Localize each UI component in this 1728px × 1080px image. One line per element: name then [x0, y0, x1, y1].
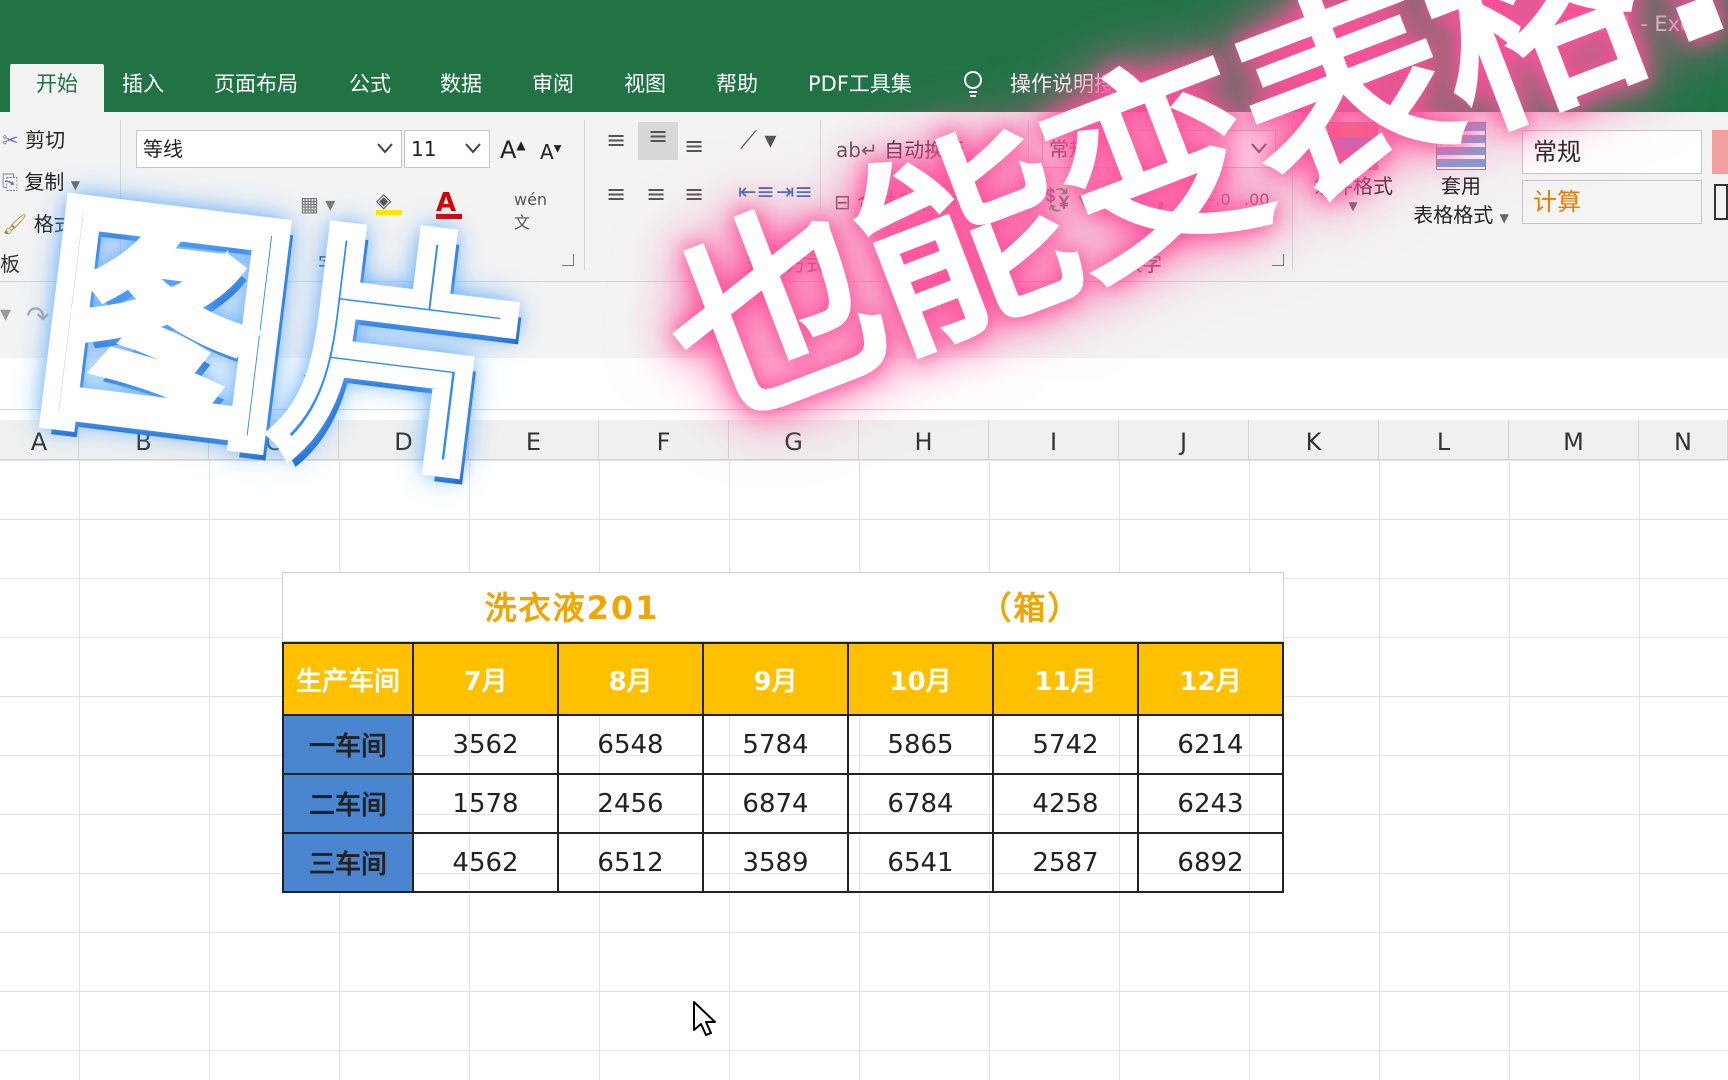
row-header-cell[interactable]: 一车间 [282, 714, 414, 775]
align-middle-icon[interactable]: ≡ [638, 122, 678, 160]
lightbulb-icon [964, 71, 982, 97]
chevron-down-icon [465, 143, 481, 153]
column-header-i[interactable]: I [989, 420, 1119, 460]
align-right-icon[interactable]: ≡ [684, 180, 704, 208]
table-cell[interactable]: 5742 [992, 714, 1139, 775]
header-cell[interactable]: 10月 [847, 642, 994, 716]
table-cell[interactable]: 5784 [702, 714, 849, 775]
tab-pdf-tools[interactable]: PDF工具集 [804, 64, 916, 112]
table-row: 一车间 3562 6548 5784 5865 5742 6214 [282, 714, 1284, 775]
scissors-icon: ✂ [2, 128, 19, 152]
table-cell[interactable]: 3589 [702, 832, 849, 893]
table-cell[interactable]: 3562 [412, 714, 559, 775]
table-cell[interactable]: 6784 [847, 773, 994, 834]
column-header-m[interactable]: M [1509, 420, 1639, 460]
table-row: 二车间 1578 2456 6874 6784 4258 6243 [282, 773, 1284, 834]
tab-view[interactable]: 视图 [620, 64, 670, 112]
copy-icon: ⎘ [2, 170, 18, 194]
font-name-combo[interactable]: 等线 [136, 130, 402, 168]
column-header-k[interactable]: K [1249, 420, 1379, 460]
tab-formulas[interactable]: 公式 [345, 64, 395, 112]
header-cell[interactable]: 9月 [702, 642, 849, 716]
tab-insert[interactable]: 插入 [118, 64, 168, 112]
row-header-cell[interactable]: 三车间 [282, 832, 414, 893]
tab-help[interactable]: 帮助 [712, 64, 762, 112]
table-cell[interactable]: 1578 [412, 773, 559, 834]
table-cell[interactable]: 5865 [847, 714, 994, 775]
font-dialog-launcher-icon[interactable] [562, 254, 574, 266]
table-cell[interactable]: 6214 [1137, 714, 1284, 775]
table-header-row: 生产车间 7月 8月 9月 10月 11月 12月 [282, 642, 1284, 716]
cut-button[interactable]: ✂ 剪切 [2, 124, 65, 153]
increase-font-size-icon[interactable]: A▲ [500, 136, 526, 164]
table-cell[interactable]: 6892 [1137, 832, 1284, 893]
column-header-j[interactable]: J [1119, 420, 1249, 460]
cell-style-calculation[interactable]: 计算 [1522, 180, 1702, 224]
cell-style-check-swatch[interactable] [1714, 184, 1728, 220]
header-cell[interactable]: 11月 [992, 642, 1139, 716]
header-cell[interactable]: 8月 [557, 642, 704, 716]
clipboard-group-label: 板 [0, 252, 20, 276]
table-cell[interactable]: 2587 [992, 832, 1139, 893]
tab-home[interactable]: 开始 [10, 64, 104, 112]
align-left-icon[interactable]: ≡ [606, 180, 626, 208]
column-header-n[interactable]: N [1639, 420, 1728, 460]
align-center-icon[interactable]: ≡ [646, 180, 666, 208]
table-row: 三车间 4562 6512 3589 6541 2587 6892 [282, 832, 1284, 893]
table-cell[interactable]: 6548 [557, 714, 704, 775]
decrease-font-size-icon[interactable]: A▼ [540, 140, 561, 164]
paintbrush-icon: 🖌 [2, 212, 28, 236]
data-table: 洗衣液201 （箱） 生产车间 7月 8月 9月 10月 11月 12月 一车间 … [282, 572, 1284, 893]
tab-page-layout[interactable]: 页面布局 [210, 64, 302, 112]
column-header-l[interactable]: L [1379, 420, 1509, 460]
undo-dropdown-icon[interactable]: ▾ [0, 302, 11, 327]
column-header-h[interactable]: H [859, 420, 989, 460]
header-cell[interactable]: 7月 [412, 642, 559, 716]
table-cell[interactable]: 2456 [557, 773, 704, 834]
number-dialog-launcher-icon[interactable] [1272, 254, 1284, 266]
table-cell[interactable]: 6541 [847, 832, 994, 893]
tab-review[interactable]: 审阅 [528, 64, 578, 112]
table-cell[interactable]: 6512 [557, 832, 704, 893]
table-cell[interactable]: 4562 [412, 832, 559, 893]
table-cell[interactable]: 4258 [992, 773, 1139, 834]
table-cell[interactable]: 6874 [702, 773, 849, 834]
overlay-title-blue: 图片 [18, 162, 540, 519]
header-cell[interactable]: 生产车间 [282, 642, 414, 716]
font-size-combo[interactable]: 11 [404, 130, 490, 168]
data-grid: 生产车间 7月 8月 9月 10月 11月 12月 一车间 3562 6548 … [282, 642, 1284, 893]
align-top-icon[interactable]: ≡ [606, 126, 626, 154]
cell-style-bad-swatch[interactable] [1712, 130, 1728, 174]
align-bottom-icon[interactable]: ≡ [684, 132, 704, 160]
header-cell[interactable]: 12月 [1137, 642, 1284, 716]
table-cell[interactable]: 6243 [1137, 773, 1284, 834]
row-header-cell[interactable]: 二车间 [282, 773, 414, 834]
mouse-cursor-icon [693, 1001, 716, 1036]
chevron-down-icon [377, 143, 393, 153]
orientation-icon[interactable]: ⟋ ▾ [740, 126, 776, 154]
group-separator [584, 120, 585, 270]
tab-data[interactable]: 数据 [436, 64, 486, 112]
table-title[interactable]: 洗衣液201 （箱） [282, 572, 1284, 642]
